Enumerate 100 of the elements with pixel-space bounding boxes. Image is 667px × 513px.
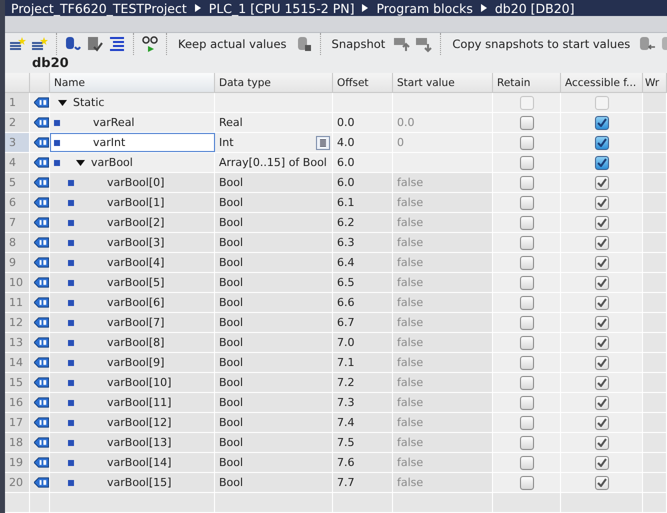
checkbox[interactable] [520,196,534,210]
bullet-icon [68,280,74,286]
bullet-icon [54,160,60,166]
data-type-cell: Array[0..15] of Bool [215,153,333,172]
checkbox[interactable] [520,396,534,410]
db-tag-icon [34,417,49,428]
row-number: 6 [5,193,30,212]
checkbox[interactable] [520,156,534,170]
checkbox[interactable] [520,436,534,450]
bullet-icon [54,140,60,146]
db-tag-icon [34,457,49,468]
copy-snapshots-button[interactable]: Copy snapshots to start values [448,35,634,53]
db-tag-icon [34,157,49,168]
checkbox[interactable] [520,216,534,230]
column-header[interactable]: Name [50,73,215,92]
db-tag-icon [34,397,49,408]
snapshot-button[interactable]: Snapshot [328,35,390,53]
cylinder-arrow-icon[interactable] [638,35,656,53]
insert-row-icon[interactable] [9,35,27,53]
row-number: 13 [5,333,30,352]
chevron-icon [362,4,368,12]
add-row-icon[interactable] [31,35,49,53]
data-type-cell: Int [215,133,333,152]
breadcrumb-item[interactable]: db20 [DB20] [494,0,574,16]
collapse-triangle-icon[interactable] [58,100,67,106]
checkbox[interactable] [520,136,534,150]
check-document-icon[interactable] [86,35,104,53]
chevron-icon [480,4,487,12]
offset-cell: 0.0 [333,113,393,132]
row-number: 4 [5,153,30,172]
breadcrumb-item[interactable]: PLC_1 [CPU 1515-2 PN] [208,0,354,16]
checkbox[interactable] [594,136,608,150]
bullet-icon [68,400,74,406]
list-view-icon[interactable] [108,35,126,53]
start-value-cell: 0 [393,133,493,152]
bullet-icon [68,300,74,306]
row-number: 20 [5,473,30,492]
db-tag-icon [34,297,49,308]
checkbox[interactable] [594,116,608,130]
block-title: db20 [5,55,667,73]
checkbox[interactable] [520,476,534,490]
data-type-cell: Real [215,113,333,132]
row-number: 15 [5,373,30,392]
breadcrumb-item[interactable]: Program blocks [376,0,473,16]
bullet-icon [68,200,74,206]
column-header[interactable]: Data type [215,73,333,92]
name-cell[interactable]: varReal [50,113,215,132]
list-button[interactable] [316,136,330,150]
offset-cell: 4.0 [333,133,393,152]
name-cell[interactable]: varBool [50,153,215,172]
start-value-cell: 0.0 [393,113,493,132]
checkbox[interactable] [520,236,534,250]
bullet-icon [68,360,74,366]
bullet-icon [68,440,74,446]
row-number: 9 [5,253,30,272]
database-icon[interactable] [64,35,82,53]
checkbox[interactable] [520,316,534,330]
db-tag-icon [34,317,49,328]
checkbox[interactable] [520,276,534,290]
checkbox[interactable] [520,296,534,310]
list-icon [319,138,327,146]
name-cell[interactable]: varInt [50,133,215,152]
column-header[interactable]: Retain [493,73,561,92]
bullet-icon [68,380,74,386]
checkbox[interactable] [520,256,534,270]
row-number: 5 [5,173,30,192]
row-number: 2 [5,113,30,132]
column-header[interactable]: Start value [393,73,493,92]
checkbox[interactable] [520,336,534,350]
db-tag-icon [34,337,49,348]
checkbox[interactable] [520,176,534,190]
db-tag-icon [34,257,49,268]
camera-down-icon[interactable] [415,35,434,53]
checkbox[interactable] [520,376,534,390]
row-number: 12 [5,313,30,332]
db-tag-icon [34,137,49,148]
db-tag-icon [34,277,49,288]
checkbox[interactable] [520,416,534,430]
camera-up-icon[interactable] [393,35,412,53]
column-header[interactable]: Offset [333,73,393,92]
row-number: 10 [5,273,30,292]
checkbox[interactable] [520,356,534,370]
checkbox[interactable] [594,156,608,170]
bullet-icon [68,240,74,246]
checkbox[interactable] [520,456,534,470]
column-header[interactable]: Accessible f... [561,73,643,92]
glasses-icon[interactable] [141,35,159,53]
row-number: 17 [5,413,30,432]
row-number: 3 [5,133,30,152]
bullet-icon [68,260,74,266]
name-cell[interactable]: Static [50,93,215,112]
keep-actual-values-button[interactable]: Keep actual values [174,35,291,53]
bullet-icon [68,220,74,226]
collapse-triangle-icon[interactable] [76,160,85,166]
breadcrumb-item[interactable]: Project_TF6620_TESTProject [11,0,187,16]
bullet-icon [68,460,74,466]
offset-cell: 6.0 [333,153,393,172]
checkbox[interactable] [520,116,534,130]
db-tag-icon [34,197,49,208]
column-header[interactable]: Wr [643,73,667,92]
